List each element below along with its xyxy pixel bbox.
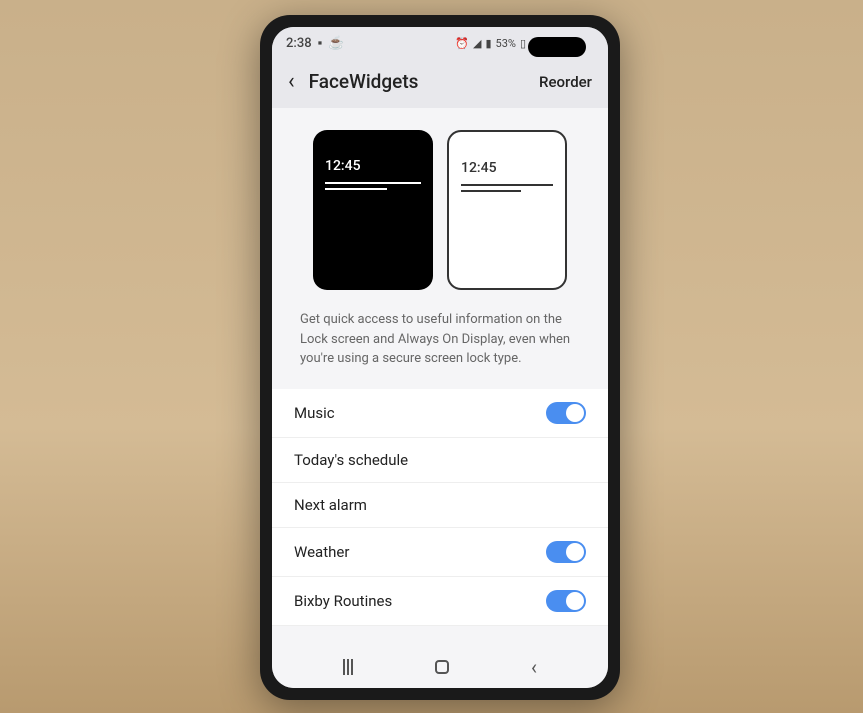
nav-recents-icon[interactable] [343, 659, 353, 675]
setting-label: Weather [294, 543, 349, 561]
signal-icon: ▮ [485, 37, 491, 50]
preview-bar [325, 188, 387, 190]
preview-bar [461, 190, 521, 192]
nav-home-icon[interactable] [435, 660, 449, 674]
wifi-icon: ◢ [473, 37, 481, 50]
nav-back-icon[interactable]: ‹ [531, 655, 537, 679]
page-title: FaceWidgets [309, 70, 525, 93]
setting-label: Next alarm [294, 496, 367, 514]
back-icon[interactable]: ‹ [288, 69, 295, 94]
alarm-icon: ⏰ [455, 37, 469, 50]
battery-icon: ▯ [520, 37, 526, 50]
preview-bar [461, 184, 553, 186]
app-header: ‹ FaceWidgets Reorder [272, 59, 608, 108]
description-text: Get quick access to useful information o… [272, 308, 608, 389]
notification-icon: ▪ [318, 35, 323, 51]
toggle-weather[interactable] [546, 541, 586, 563]
toggle-bixby[interactable] [546, 590, 586, 612]
phone-screen: 2:38 ▪ ☕ ⏰ ◢ ▮ 53% ▯ ‹ FaceWidgets Reord… [272, 27, 608, 688]
setting-item-bixby[interactable]: Bixby Routines [272, 577, 608, 626]
preview-light-mode: 12:45 [447, 130, 567, 290]
setting-item-alarm[interactable]: Next alarm [272, 483, 608, 528]
setting-label: Music [294, 404, 335, 422]
toggle-music[interactable] [546, 402, 586, 424]
preview-dark-mode: 12:45 [313, 130, 433, 290]
battery-percent: 53% [496, 37, 516, 50]
preview-section: 12:45 12:45 [272, 108, 608, 308]
setting-label: Bixby Routines [294, 592, 392, 610]
preview-time-light: 12:45 [461, 160, 553, 176]
setting-item-schedule[interactable]: Today's schedule [272, 438, 608, 483]
reorder-button[interactable]: Reorder [539, 73, 592, 91]
setting-item-music[interactable]: Music [272, 389, 608, 438]
content-area: 12:45 12:45 Get quick access to useful i… [272, 108, 608, 646]
preview-time-dark: 12:45 [325, 158, 421, 174]
setting-item-weather[interactable]: Weather [272, 528, 608, 577]
notification-icon-2: ☕ [328, 36, 344, 51]
phone-frame: 2:38 ▪ ☕ ⏰ ◢ ▮ 53% ▯ ‹ FaceWidgets Reord… [260, 15, 620, 700]
settings-list: Music Today's schedule Next alarm Weathe… [272, 389, 608, 626]
setting-label: Today's schedule [294, 451, 408, 469]
camera-cutout [528, 37, 586, 57]
navigation-bar: ‹ [272, 646, 608, 688]
preview-bar [325, 182, 421, 184]
status-time: 2:38 [286, 36, 312, 51]
